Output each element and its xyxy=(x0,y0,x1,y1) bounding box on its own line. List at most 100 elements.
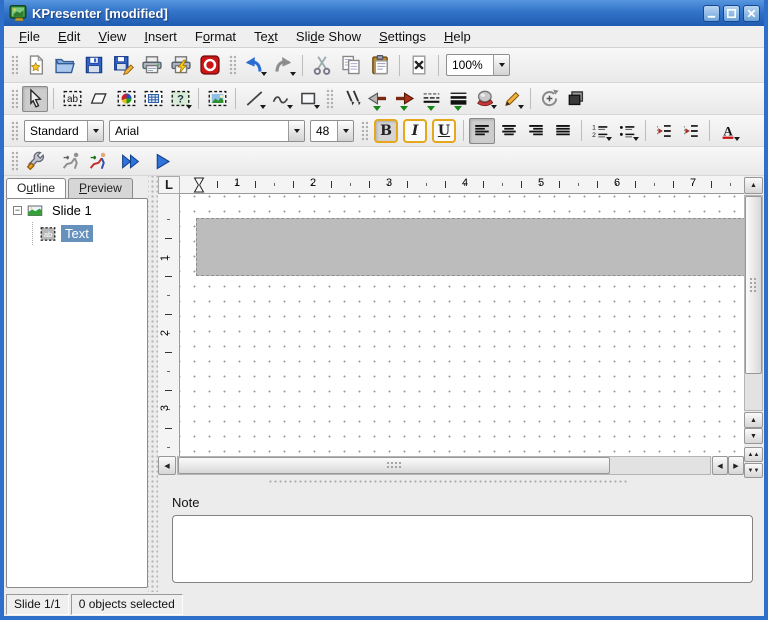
arrow-end-button[interactable] xyxy=(391,86,417,112)
configure-button[interactable] xyxy=(22,148,48,174)
text-tool-button[interactable]: ab xyxy=(59,86,85,112)
vertical-scrollbar-thumb[interactable] xyxy=(745,196,762,374)
align-center-button[interactable] xyxy=(496,118,522,144)
previous-slide-button[interactable]: ▲▲ xyxy=(744,447,763,462)
slide-transition-button[interactable] xyxy=(58,148,84,174)
note-textarea[interactable] xyxy=(172,515,753,583)
font-color-button[interactable]: A xyxy=(715,118,741,144)
object-tool-button[interactable]: ? xyxy=(167,86,193,112)
menu-help[interactable]: Help xyxy=(435,27,480,46)
collapse-expander-icon[interactable]: − xyxy=(13,206,22,215)
ruler-indent-marker[interactable] xyxy=(193,177,205,193)
underline-button[interactable]: U xyxy=(432,119,456,143)
line-tool-button[interactable] xyxy=(241,86,267,112)
toolbar-handle[interactable] xyxy=(10,150,18,172)
table-tool-button[interactable] xyxy=(140,86,166,112)
next-slide-button[interactable]: ▼▼ xyxy=(744,463,763,478)
menu-edit[interactable]: Edit xyxy=(49,27,89,46)
freehand-tool-button[interactable] xyxy=(268,86,294,112)
tree-item-slide-1[interactable]: −Slide 1 xyxy=(7,199,147,222)
zoom-combo[interactable]: 100% xyxy=(446,54,510,76)
font-size-combo-dropdown-button[interactable] xyxy=(337,121,353,141)
quick-print-button[interactable] xyxy=(167,51,195,79)
increase-indent-button[interactable] xyxy=(678,118,704,144)
menu-view[interactable]: View xyxy=(89,27,135,46)
bold-button[interactable]: B xyxy=(374,119,398,143)
zoom-combo-value[interactable]: 100% xyxy=(447,55,493,75)
copy-button[interactable] xyxy=(337,51,365,79)
scroll-up-button-2[interactable]: ▲ xyxy=(744,412,763,428)
new-button[interactable] xyxy=(22,51,50,79)
menu-insert[interactable]: Insert xyxy=(135,27,186,46)
slide-canvas[interactable] xyxy=(180,194,744,456)
toolbar-handle[interactable] xyxy=(10,88,18,110)
pen-style-button[interactable] xyxy=(337,86,363,112)
horizontal-scrollbar-thumb[interactable] xyxy=(178,457,610,474)
cut-button[interactable] xyxy=(308,51,336,79)
scroll-left-button[interactable]: ◀ xyxy=(158,456,176,475)
font-combo-value[interactable]: Arial xyxy=(110,121,288,141)
chart-tool-button[interactable] xyxy=(113,86,139,112)
undo-button[interactable] xyxy=(240,51,268,79)
font-size-combo-value[interactable]: 48 xyxy=(311,121,337,141)
menu-settings[interactable]: Settings xyxy=(370,27,435,46)
pen-color-button[interactable] xyxy=(499,86,525,112)
align-left-button[interactable] xyxy=(469,118,495,144)
style-combo-dropdown-button[interactable] xyxy=(87,121,103,141)
menu-file[interactable]: File xyxy=(10,27,49,46)
font-combo[interactable]: Arial xyxy=(109,120,305,142)
save-as-button[interactable] xyxy=(109,51,137,79)
redo-button[interactable] xyxy=(269,51,297,79)
tab-type-selector[interactable]: L xyxy=(158,176,180,194)
title-text-placeholder[interactable] xyxy=(196,218,744,276)
menu-slide-show[interactable]: Slide Show xyxy=(287,27,370,46)
menu-text[interactable]: Text xyxy=(245,27,287,46)
print-button[interactable] xyxy=(138,51,166,79)
paste-button[interactable] xyxy=(366,51,394,79)
autoform-tool-button[interactable] xyxy=(86,86,112,112)
toolbar-handle[interactable] xyxy=(10,54,18,76)
vertical-scrollbar-track[interactable] xyxy=(744,195,763,411)
minimize-button[interactable] xyxy=(703,5,720,22)
toolbar-handle[interactable] xyxy=(10,120,18,142)
italic-button[interactable]: I xyxy=(403,119,427,143)
scroll-left-button-2[interactable]: ◀ xyxy=(712,456,728,475)
sidebar-splitter[interactable] xyxy=(148,176,158,592)
scroll-right-button[interactable]: ▶ xyxy=(728,456,744,475)
toolbar-handle[interactable] xyxy=(228,54,236,76)
rotate-button[interactable] xyxy=(536,86,562,112)
style-combo[interactable]: Standard xyxy=(24,120,104,142)
select-tool-button[interactable] xyxy=(22,86,48,112)
toolbar-handle[interactable] xyxy=(360,120,368,142)
numbered-list-button[interactable]: 12 xyxy=(587,118,613,144)
scroll-up-button[interactable]: ▲ xyxy=(744,177,763,194)
scroll-down-button[interactable]: ▼ xyxy=(744,428,763,444)
rectangle-tool-button[interactable] xyxy=(295,86,321,112)
tab-outline[interactable]: Outline xyxy=(6,178,66,198)
style-combo-value[interactable]: Standard xyxy=(25,121,87,141)
tab-preview[interactable]: Preview xyxy=(68,178,133,198)
open-button[interactable] xyxy=(51,51,79,79)
start-presentation-button[interactable] xyxy=(149,148,175,174)
decrease-indent-button[interactable] xyxy=(651,118,677,144)
object-effect-button[interactable] xyxy=(85,148,111,174)
note-splitter[interactable] xyxy=(268,479,628,484)
save-button[interactable] xyxy=(80,51,108,79)
dash-style-button[interactable] xyxy=(418,86,444,112)
arrow-begin-button[interactable] xyxy=(364,86,390,112)
align-right-button[interactable] xyxy=(523,118,549,144)
tree-item-text[interactable]: abText xyxy=(7,222,147,245)
line-width-button[interactable] xyxy=(445,86,471,112)
horizontal-scrollbar-track[interactable] xyxy=(177,456,711,475)
image-tool-button[interactable] xyxy=(204,86,230,112)
close-button[interactable] xyxy=(743,5,760,22)
delete-button[interactable] xyxy=(405,51,433,79)
toolbar-handle[interactable] xyxy=(325,88,333,110)
document-info-button[interactable] xyxy=(196,51,224,79)
start-from-first-button[interactable] xyxy=(117,148,143,174)
bullet-list-button[interactable] xyxy=(614,118,640,144)
zoom-combo-dropdown-button[interactable] xyxy=(493,55,509,75)
font-size-combo[interactable]: 48 xyxy=(310,120,354,142)
shadow-button[interactable] xyxy=(563,86,589,112)
titlebar[interactable]: KPresenter [modified] xyxy=(4,0,764,26)
